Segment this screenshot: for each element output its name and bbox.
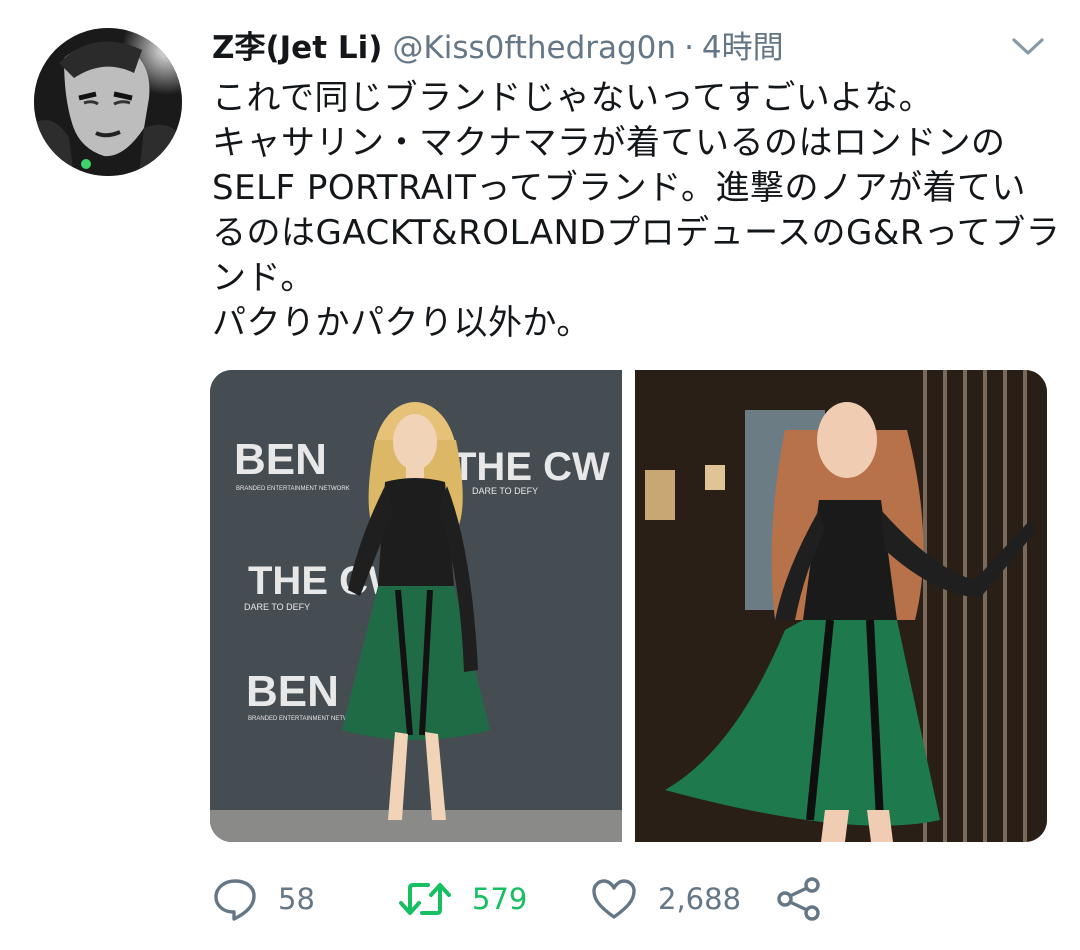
tweet-header: Z李(Jet Li) @Kiss0fthedrag0n · 4時間: [212, 28, 784, 68]
user-handle[interactable]: @Kiss0fthedrag0n: [392, 28, 676, 68]
tweet-text-line: ンド。: [212, 258, 315, 298]
reply-icon: [214, 879, 256, 921]
tweet-text-line: パクりかパクり以外か。: [212, 303, 591, 343]
photo-indoor: [635, 370, 1047, 842]
retweet-count: 579: [472, 882, 528, 916]
backdrop-logo-text: BEN: [246, 667, 339, 716]
backdrop-logo-text: THE CW: [452, 445, 610, 489]
tweet-text: これで同じブランドじゃないってすごいよな。 キャサリン・マクナマラが着ているのは…: [212, 76, 1062, 346]
heart-icon: [592, 879, 636, 919]
photo-red-carpet: BEN BRANDED ENTERTAINMENT NETWORK THE CW…: [210, 370, 622, 842]
reply-count: 58: [278, 882, 315, 916]
reply-button[interactable]: 58: [212, 872, 315, 926]
header-separator: ·: [684, 30, 694, 66]
tweet: Z李(Jet Li) @Kiss0fthedrag0n · 4時間 これで同じブ…: [0, 0, 1080, 950]
tweet-timestamp[interactable]: 4時間: [702, 28, 784, 68]
tweet-text-line: SELF PORTRAITってブランド。進撃のノアが着てい: [212, 168, 1026, 208]
backdrop-logo-text: BEN: [234, 435, 327, 484]
retweet-icon: [399, 883, 451, 915]
tweet-text-line: るのはGACKT&ROLANDプロデュースのG&Rってブラ: [212, 213, 1061, 253]
share-icon: [777, 877, 820, 921]
backdrop-logo-text: BRANDED ENTERTAINMENT NETWORK: [236, 486, 350, 492]
share-button[interactable]: [774, 872, 824, 926]
backdrop-logo-text: DARE TO DEFY: [472, 486, 538, 496]
tweet-photo-1[interactable]: BEN BRANDED ENTERTAINMENT NETWORK THE CW…: [210, 370, 622, 842]
tweet-text-line: これで同じブランドじゃないってすごいよな。: [212, 78, 934, 118]
user-avatar[interactable]: [34, 28, 182, 176]
like-count: 2,688: [658, 882, 742, 916]
backdrop-logo-text: DARE TO DEFY: [244, 602, 310, 612]
tweet-text-line: キャサリン・マクナマラが着ているのはロンドンの: [212, 123, 1006, 163]
avatar-portrait-icon: [34, 28, 182, 176]
retweet-button[interactable]: 579: [398, 872, 527, 926]
like-button[interactable]: 2,688: [590, 872, 741, 926]
chevron-down-icon[interactable]: [1008, 32, 1048, 60]
tweet-photo-2[interactable]: [635, 370, 1047, 842]
display-name[interactable]: Z李(Jet Li): [212, 28, 382, 68]
